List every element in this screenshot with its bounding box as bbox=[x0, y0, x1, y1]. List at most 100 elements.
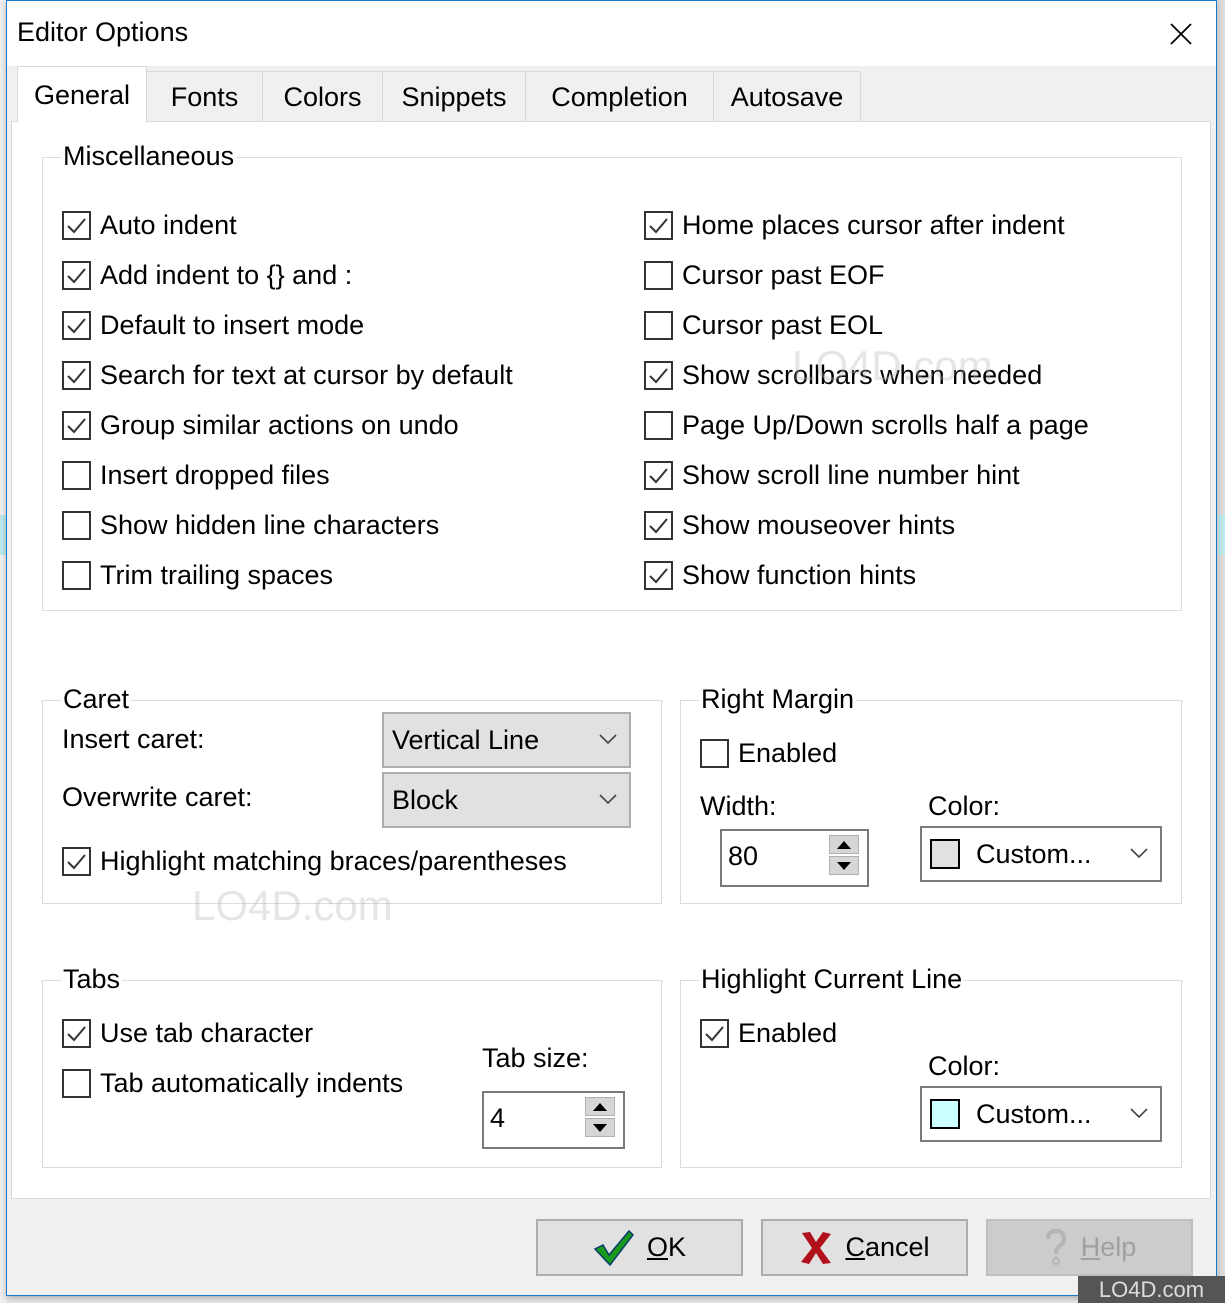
checkmark-icon bbox=[649, 467, 668, 483]
checkbox-box bbox=[700, 738, 729, 768]
checkbox-show-function-hints[interactable]: Show function hints bbox=[644, 555, 916, 595]
cancel-button[interactable]: Cancel bbox=[761, 1219, 968, 1276]
right-margin-width-label: Width: bbox=[700, 791, 777, 821]
miscellaneous-title: Miscellaneous bbox=[61, 138, 237, 174]
highlight-line-color-select[interactable]: Custom... bbox=[920, 1086, 1162, 1142]
checkmark-icon bbox=[67, 1025, 86, 1041]
right-margin-width-spinner[interactable]: 80 bbox=[720, 829, 869, 887]
insert-caret-select[interactable]: Vertical Line bbox=[382, 712, 631, 768]
close-button[interactable] bbox=[1146, 1, 1216, 66]
checkbox-box bbox=[700, 1018, 729, 1048]
tab-completion[interactable]: Completion bbox=[525, 71, 714, 122]
checkbox-box bbox=[62, 360, 91, 390]
arrow-up-icon bbox=[837, 840, 851, 849]
general-tab-page: Miscellaneous Auto indent Add indent to {… bbox=[11, 121, 1211, 1199]
checkbox-show-mouseover-hints[interactable]: Show mouseover hints bbox=[644, 505, 955, 545]
checkbox-auto-indent[interactable]: Auto indent bbox=[62, 205, 237, 245]
ok-button[interactable]: OK bbox=[536, 1219, 743, 1276]
checkbox-box bbox=[62, 1018, 91, 1048]
checkmark-icon bbox=[67, 367, 86, 383]
right-margin-color-label: Color: bbox=[928, 791, 1001, 821]
tab-snippets[interactable]: Snippets bbox=[382, 71, 526, 122]
watermark-badge: LO4D.com bbox=[1078, 1276, 1225, 1303]
spin-down-button[interactable] bbox=[585, 1118, 615, 1137]
checkmark-icon bbox=[593, 1229, 634, 1266]
tabs-title: Tabs bbox=[61, 961, 123, 997]
color-swatch bbox=[930, 1099, 960, 1129]
checkbox-box bbox=[62, 410, 91, 440]
spin-down-button[interactable] bbox=[829, 856, 859, 875]
highlight-line-enabled-checkbox[interactable]: Enabled bbox=[700, 1013, 837, 1053]
question-icon bbox=[1045, 1228, 1066, 1265]
checkbox-box bbox=[62, 260, 91, 290]
checkbox-box bbox=[644, 410, 673, 440]
right-margin-width-value: 80 bbox=[728, 841, 759, 871]
tab-auto-indents-checkbox[interactable]: Tab automatically indents bbox=[62, 1063, 403, 1103]
checkbox-box bbox=[644, 460, 673, 490]
checkbox-search-for-text-at-cursor-by-default[interactable]: Search for text at cursor by default bbox=[62, 355, 513, 395]
tab-general[interactable]: General bbox=[17, 66, 147, 123]
overwrite-caret-select[interactable]: Block bbox=[382, 772, 631, 828]
tab-size-spinner[interactable]: 4 bbox=[482, 1091, 625, 1149]
chevron-down-icon bbox=[599, 734, 617, 745]
checkbox-group-similar-actions-on-undo[interactable]: Group similar actions on undo bbox=[62, 405, 459, 445]
checkmark-icon bbox=[705, 1025, 724, 1041]
tab-autosave[interactable]: Autosave bbox=[713, 71, 861, 122]
highlight-line-color-label: Color: bbox=[928, 1051, 1001, 1081]
spin-up-button[interactable] bbox=[829, 835, 859, 854]
checkbox-box bbox=[62, 460, 91, 490]
checkbox-show-hidden-line-characters[interactable]: Show hidden line characters bbox=[62, 505, 439, 545]
right-margin-enabled-checkbox[interactable]: Enabled bbox=[700, 733, 837, 773]
checkbox-page-up-down-scrolls-half-a-page[interactable]: Page Up/Down scrolls half a page bbox=[644, 405, 1089, 445]
spin-up-button[interactable] bbox=[585, 1097, 615, 1116]
checkmark-icon bbox=[67, 317, 86, 333]
title-bar: Editor Options bbox=[7, 1, 1216, 66]
checkbox-add-indent-to-and[interactable]: Add indent to {} and : bbox=[62, 255, 352, 295]
checkbox-box bbox=[62, 846, 91, 876]
checkbox-box bbox=[62, 560, 91, 590]
arrow-down-icon bbox=[837, 861, 851, 870]
window-title: Editor Options bbox=[17, 17, 189, 47]
arrow-down-icon bbox=[593, 1123, 607, 1132]
checkbox-box bbox=[62, 210, 91, 240]
background-window-edge-right bbox=[1218, 0, 1225, 1303]
tab-colors[interactable]: Colors bbox=[262, 71, 383, 122]
arrow-up-icon bbox=[593, 1102, 607, 1111]
use-tab-character-checkbox[interactable]: Use tab character bbox=[62, 1013, 313, 1053]
editor-options-dialog: Editor Options General Fonts Colors Snip… bbox=[6, 0, 1217, 1296]
highlight-current-line-title: Highlight Current Line bbox=[699, 961, 965, 997]
checkbox-box bbox=[644, 310, 673, 340]
checkbox-box bbox=[62, 510, 91, 540]
checkbox-box bbox=[644, 210, 673, 240]
tab-size-value: 4 bbox=[490, 1103, 506, 1133]
checkmark-icon bbox=[67, 217, 86, 233]
checkbox-trim-trailing-spaces[interactable]: Trim trailing spaces bbox=[62, 555, 333, 595]
overwrite-caret-label: Overwrite caret: bbox=[62, 782, 253, 812]
checkmark-icon bbox=[649, 567, 668, 583]
chevron-down-icon bbox=[1130, 1108, 1148, 1119]
checkbox-show-scrollbars-when-needed[interactable]: Show scrollbars when needed bbox=[644, 355, 1042, 395]
checkbox-cursor-past-eof[interactable]: Cursor past EOF bbox=[644, 255, 885, 295]
help-button[interactable]: Help bbox=[986, 1219, 1193, 1276]
tab-fonts[interactable]: Fonts bbox=[146, 71, 263, 122]
insert-caret-label: Insert caret: bbox=[62, 724, 205, 754]
checkbox-box bbox=[644, 360, 673, 390]
checkbox-insert-dropped-files[interactable]: Insert dropped files bbox=[62, 455, 330, 495]
checkmark-icon bbox=[67, 267, 86, 283]
checkbox-box bbox=[62, 310, 91, 340]
checkbox-default-to-insert-mode[interactable]: Default to insert mode bbox=[62, 305, 364, 345]
tab-size-label: Tab size: bbox=[482, 1043, 589, 1073]
right-margin-color-select[interactable]: Custom... bbox=[920, 826, 1162, 882]
x-icon bbox=[801, 1231, 832, 1264]
checkmark-icon bbox=[649, 217, 668, 233]
highlight-braces-checkbox[interactable]: Highlight matching braces/parentheses bbox=[62, 841, 567, 881]
checkmark-icon bbox=[649, 517, 668, 533]
checkbox-home-places-cursor-after-indent[interactable]: Home places cursor after indent bbox=[644, 205, 1065, 245]
caret-title: Caret bbox=[61, 681, 132, 717]
checkbox-show-scroll-line-number-hint[interactable]: Show scroll line number hint bbox=[644, 455, 1020, 495]
color-swatch bbox=[930, 839, 960, 869]
checkmark-icon bbox=[67, 417, 86, 433]
checkmark-icon bbox=[67, 853, 86, 869]
checkbox-cursor-past-eol[interactable]: Cursor past EOL bbox=[644, 305, 883, 345]
chevron-down-icon bbox=[1130, 848, 1148, 859]
